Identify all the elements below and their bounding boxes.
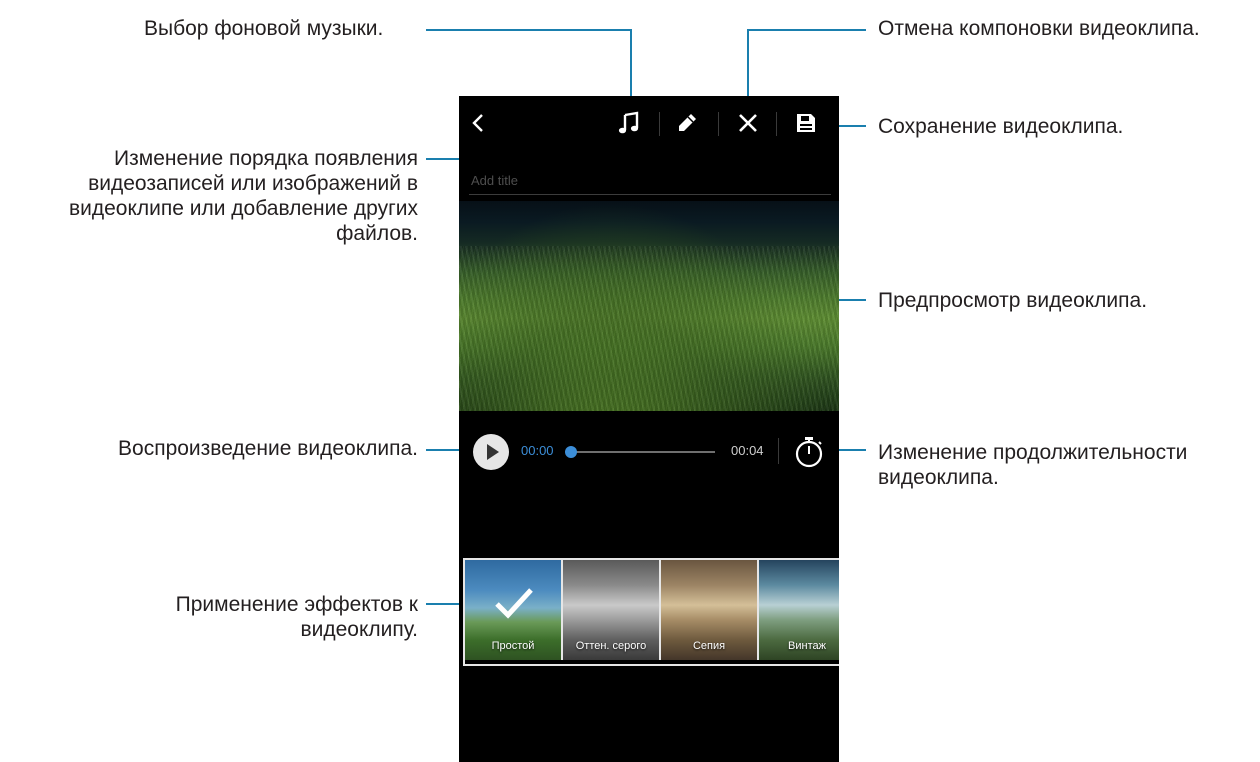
callout-music: Выбор фоновой музыки.: [144, 17, 384, 40]
toolbar-divider: [718, 112, 719, 136]
callout-duration-line-1: Изменение продолжительности: [878, 441, 1188, 464]
effect-label: Винтаж: [788, 640, 826, 652]
leader-music-v: [630, 29, 632, 97]
callout-cancel: Отмена компоновки видеоклипа.: [878, 17, 1200, 40]
callout-reorder-line-3: видеоклипе или добавление других: [68, 197, 418, 220]
check-icon: [495, 588, 533, 619]
close-icon[interactable]: [731, 106, 765, 140]
action-bar: [459, 96, 839, 152]
leader-preview: [839, 299, 866, 301]
callout-reorder-line-4: файлов.: [336, 222, 418, 245]
callout-effects-line-2: видеоклипу.: [300, 618, 418, 641]
title-input[interactable]: [469, 166, 831, 195]
current-time: 00:00: [521, 443, 554, 458]
pencil-icon[interactable]: [670, 106, 704, 140]
toolbar-divider: [659, 112, 660, 136]
playbar-divider: [778, 438, 779, 464]
callout-reorder-line-2: видеозаписей или изображений в: [88, 172, 418, 195]
callout-duration-line-2: видеоклипа.: [878, 466, 999, 489]
play-button[interactable]: [473, 434, 509, 470]
leader-save: [839, 125, 866, 127]
leader-effects: [426, 603, 459, 605]
toolbar-divider: [776, 112, 777, 136]
effect-sepia[interactable]: Сепия: [661, 560, 757, 660]
leader-reorder: [426, 158, 459, 160]
stopwatch-icon[interactable]: [792, 434, 826, 470]
progress-handle[interactable]: [565, 446, 577, 458]
leader-cancel-h: [747, 29, 866, 31]
leader-duration: [839, 449, 866, 451]
effect-vintage[interactable]: Винтаж: [759, 560, 839, 660]
total-time: 00:04: [731, 443, 764, 458]
callout-reorder-line-1: Изменение порядка появления: [114, 147, 418, 170]
effect-label: Простой: [491, 640, 535, 652]
callout-duration: Изменение продолжительности видеоклипа.: [878, 440, 1187, 490]
callout-save: Сохранение видеоклипа.: [878, 115, 1124, 138]
leader-music-h: [426, 29, 632, 31]
effects-strip: Простой Оттен. серого Сепия Винтаж: [463, 558, 839, 666]
back-icon[interactable]: [461, 106, 495, 140]
callout-reorder: Изменение порядка появления видеозаписей…: [69, 146, 418, 246]
progress-track[interactable]: [569, 451, 715, 453]
video-preview[interactable]: [459, 201, 839, 411]
grass-texture: [459, 246, 839, 411]
video-editor-screen: 00:00 00:04 Простой Оттен. серого: [459, 96, 839, 762]
effect-label: Сепия: [692, 640, 726, 652]
effect-grayscale[interactable]: Оттен. серого: [563, 560, 659, 660]
effect-simple[interactable]: Простой: [465, 560, 561, 660]
leader-cancel-v: [747, 29, 749, 97]
callout-preview: Предпросмотр видеоклипа.: [878, 289, 1148, 312]
callout-effects-line-1: Применение эффектов к: [175, 593, 418, 616]
music-note-icon[interactable]: [612, 106, 646, 140]
leader-play: [426, 449, 459, 451]
callout-play: Воспроизведение видеоклипа.: [118, 437, 418, 460]
playback-bar: 00:00 00:04: [459, 426, 839, 476]
callout-effects: Применение эффектов к видеоклипу.: [176, 592, 418, 642]
effect-label: Оттен. серого: [575, 640, 647, 652]
save-disk-icon[interactable]: [789, 106, 823, 140]
